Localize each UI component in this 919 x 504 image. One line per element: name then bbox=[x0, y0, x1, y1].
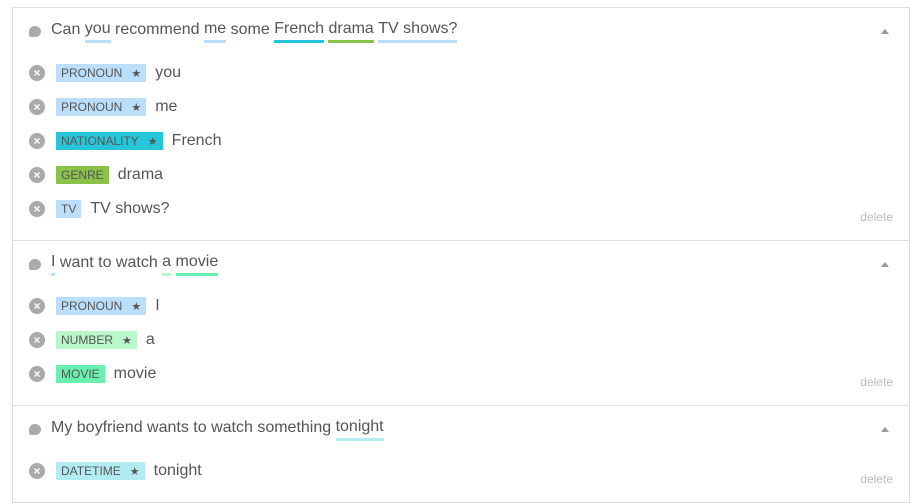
speech-bubble-icon bbox=[29, 423, 41, 435]
entity-row: × NUMBER ★ a bbox=[29, 323, 893, 357]
remove-entity-icon[interactable]: × bbox=[29, 65, 45, 81]
entity-highlight: a bbox=[162, 253, 172, 276]
star-icon[interactable]: ★ bbox=[122, 335, 132, 347]
entity-row: × NATIONALITY ★ French bbox=[29, 124, 893, 158]
speech-bubble-icon bbox=[29, 25, 41, 37]
remove-entity-icon[interactable]: × bbox=[29, 298, 45, 314]
entity-tag-label: GENRE bbox=[61, 168, 104, 182]
star-icon[interactable]: ★ bbox=[148, 136, 158, 148]
expression-text[interactable]: My boyfriend wants to watch something to… bbox=[29, 418, 893, 441]
entity-value: French bbox=[171, 132, 222, 149]
star-icon[interactable]: ★ bbox=[131, 68, 141, 80]
remove-entity-icon[interactable]: × bbox=[29, 201, 45, 217]
entity-row: × PRONOUN ★ me bbox=[29, 90, 893, 124]
entity-list: × PRONOUN ★ I × NUMBER ★ a × MOVIE movie bbox=[29, 289, 893, 391]
text-segment: recommend bbox=[110, 21, 204, 38]
entity-tag[interactable]: PRONOUN ★ bbox=[56, 297, 147, 315]
entity-tag[interactable]: GENRE bbox=[56, 166, 109, 184]
entity-tag-label: NATIONALITY bbox=[61, 134, 139, 148]
entity-highlight: French bbox=[274, 20, 325, 43]
remove-entity-icon[interactable]: × bbox=[29, 332, 45, 348]
entity-value: me bbox=[155, 98, 178, 115]
entity-row: × GENRE drama bbox=[29, 158, 893, 192]
collapse-caret-icon[interactable] bbox=[881, 262, 889, 267]
entity-value: drama bbox=[117, 166, 164, 183]
expression-section: I want to watch a movie × PRONOUN ★ I × NUMBER… bbox=[13, 240, 909, 405]
entity-highlight: TV shows? bbox=[378, 20, 458, 43]
expression-text[interactable]: Can you recommend me some French drama T… bbox=[29, 20, 893, 43]
delete-button[interactable]: delete bbox=[860, 375, 893, 389]
entity-row: × PRONOUN ★ I bbox=[29, 289, 893, 323]
remove-entity-icon[interactable]: × bbox=[29, 366, 45, 382]
expression-text[interactable]: I want to watch a movie bbox=[29, 253, 893, 276]
remove-entity-icon[interactable]: × bbox=[29, 167, 45, 183]
entity-row: × TV TV shows? bbox=[29, 192, 893, 226]
entity-highlight: tonight bbox=[335, 418, 384, 441]
text-segment: My boyfriend wants to watch something bbox=[51, 419, 336, 436]
remove-entity-icon[interactable]: × bbox=[29, 99, 45, 115]
entity-row: × DATETIME ★ tonight bbox=[29, 454, 893, 488]
entity-tag[interactable]: TV bbox=[56, 200, 82, 218]
collapse-caret-icon[interactable] bbox=[881, 29, 889, 34]
text-segment: want to watch bbox=[55, 254, 163, 271]
entity-tag-label: TV bbox=[61, 202, 77, 216]
entity-highlight: me bbox=[203, 20, 227, 43]
entity-value: I bbox=[155, 297, 160, 314]
entity-tag-label: PRONOUN bbox=[61, 100, 123, 114]
entity-highlight: movie bbox=[175, 253, 219, 276]
entity-tag[interactable]: NUMBER ★ bbox=[56, 331, 137, 349]
expression-section: My boyfriend wants to watch something to… bbox=[13, 405, 909, 502]
entity-list: × PRONOUN ★ you × PRONOUN ★ me × NATIONALITY ★ Fren… bbox=[29, 56, 893, 226]
entity-tag[interactable]: NATIONALITY ★ bbox=[56, 132, 163, 150]
star-icon[interactable]: ★ bbox=[130, 466, 140, 478]
remove-entity-icon[interactable]: × bbox=[29, 463, 45, 479]
text-segment: some bbox=[226, 21, 275, 38]
delete-button[interactable]: delete bbox=[860, 210, 893, 224]
entity-tag-label: MOVIE bbox=[61, 367, 100, 381]
entity-row: × MOVIE movie bbox=[29, 357, 893, 391]
entity-value: movie bbox=[113, 365, 157, 382]
entity-tag-label: PRONOUN bbox=[61, 299, 123, 313]
entity-value: TV shows? bbox=[90, 200, 170, 217]
entity-tag-label: PRONOUN bbox=[61, 66, 123, 80]
remove-entity-icon[interactable]: × bbox=[29, 133, 45, 149]
entity-tag[interactable]: MOVIE bbox=[56, 365, 105, 383]
delete-button[interactable]: delete bbox=[860, 472, 893, 486]
entity-list: × DATETIME ★ tonight bbox=[29, 454, 893, 488]
star-icon[interactable]: ★ bbox=[131, 301, 141, 313]
entity-value: tonight bbox=[153, 462, 202, 479]
expression-section: Can you recommend me some French drama T… bbox=[13, 8, 909, 240]
text-segment: Can bbox=[51, 21, 85, 38]
entity-tag-label: NUMBER bbox=[61, 333, 114, 347]
expressions-card: Can you recommend me some French drama T… bbox=[12, 7, 910, 503]
entity-tag[interactable]: DATETIME ★ bbox=[56, 462, 145, 480]
entity-value: you bbox=[155, 64, 182, 81]
entity-highlight: drama bbox=[328, 20, 374, 43]
entity-tag-label: DATETIME bbox=[61, 464, 121, 478]
entity-tag[interactable]: PRONOUN ★ bbox=[56, 64, 147, 82]
speech-bubble-icon bbox=[29, 258, 41, 270]
collapse-caret-icon[interactable] bbox=[881, 427, 889, 432]
entity-value: a bbox=[145, 331, 155, 348]
entity-highlight: you bbox=[84, 20, 111, 43]
star-icon[interactable]: ★ bbox=[131, 102, 141, 114]
entity-tag[interactable]: PRONOUN ★ bbox=[56, 98, 147, 116]
entity-row: × PRONOUN ★ you bbox=[29, 56, 893, 90]
